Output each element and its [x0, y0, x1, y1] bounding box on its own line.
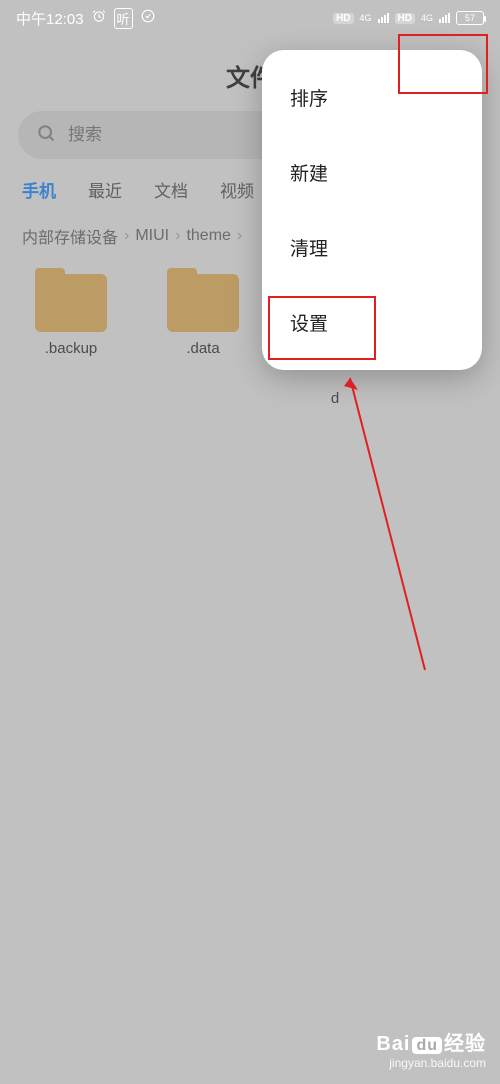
- folder-label: d: [331, 390, 339, 407]
- check-icon: [141, 9, 155, 27]
- folder-icon: [35, 274, 107, 332]
- app-indicator: 听: [114, 8, 133, 29]
- search-icon: [36, 123, 56, 148]
- watermark-url: jingyan.baidu.com: [376, 1056, 486, 1070]
- annotation-highlight-top: [398, 34, 488, 94]
- status-time: 中午12:03: [16, 8, 84, 29]
- breadcrumb-part[interactable]: MIUI: [135, 227, 169, 245]
- breadcrumb-part[interactable]: theme: [186, 227, 230, 245]
- menu-item-new[interactable]: 新建: [262, 135, 482, 210]
- signal-icon-2: [439, 13, 450, 23]
- tab-video[interactable]: 视频: [220, 177, 254, 202]
- chevron-right-icon: ›: [124, 227, 129, 245]
- tab-docs[interactable]: 文档: [154, 177, 188, 202]
- battery-icon: 57: [456, 11, 484, 25]
- network-1: 4G: [360, 13, 372, 23]
- folder-item[interactable]: .backup: [30, 274, 112, 407]
- alarm-icon: [92, 9, 106, 27]
- hd-badge-2: HD: [395, 13, 415, 24]
- chevron-right-icon: ›: [237, 227, 242, 245]
- folder-label: .backup: [45, 340, 98, 357]
- annotation-highlight-settings: [268, 296, 376, 360]
- watermark-brand-suffix: 经验: [444, 1033, 486, 1055]
- folder-icon: [167, 274, 239, 332]
- menu-item-clean[interactable]: 清理: [262, 210, 482, 285]
- watermark: Baidu经验 jingyan.baidu.com: [376, 1027, 486, 1070]
- chevron-right-icon: ›: [175, 227, 180, 245]
- tab-phone[interactable]: 手机: [22, 177, 56, 202]
- breadcrumb-part[interactable]: 内部存储设备: [22, 224, 118, 248]
- hd-badge-1: HD: [333, 13, 353, 24]
- folder-label: .data: [186, 340, 219, 357]
- network-2: 4G: [421, 13, 433, 23]
- watermark-brand-prefix: Bai: [376, 1033, 410, 1055]
- status-bar: 中午12:03 听 HD 4G HD 4G 57: [0, 0, 500, 36]
- tab-recent[interactable]: 最近: [88, 177, 122, 202]
- folder-item[interactable]: .data: [162, 274, 244, 407]
- signal-icon-1: [378, 13, 389, 23]
- watermark-brand-mid: du: [412, 1037, 442, 1054]
